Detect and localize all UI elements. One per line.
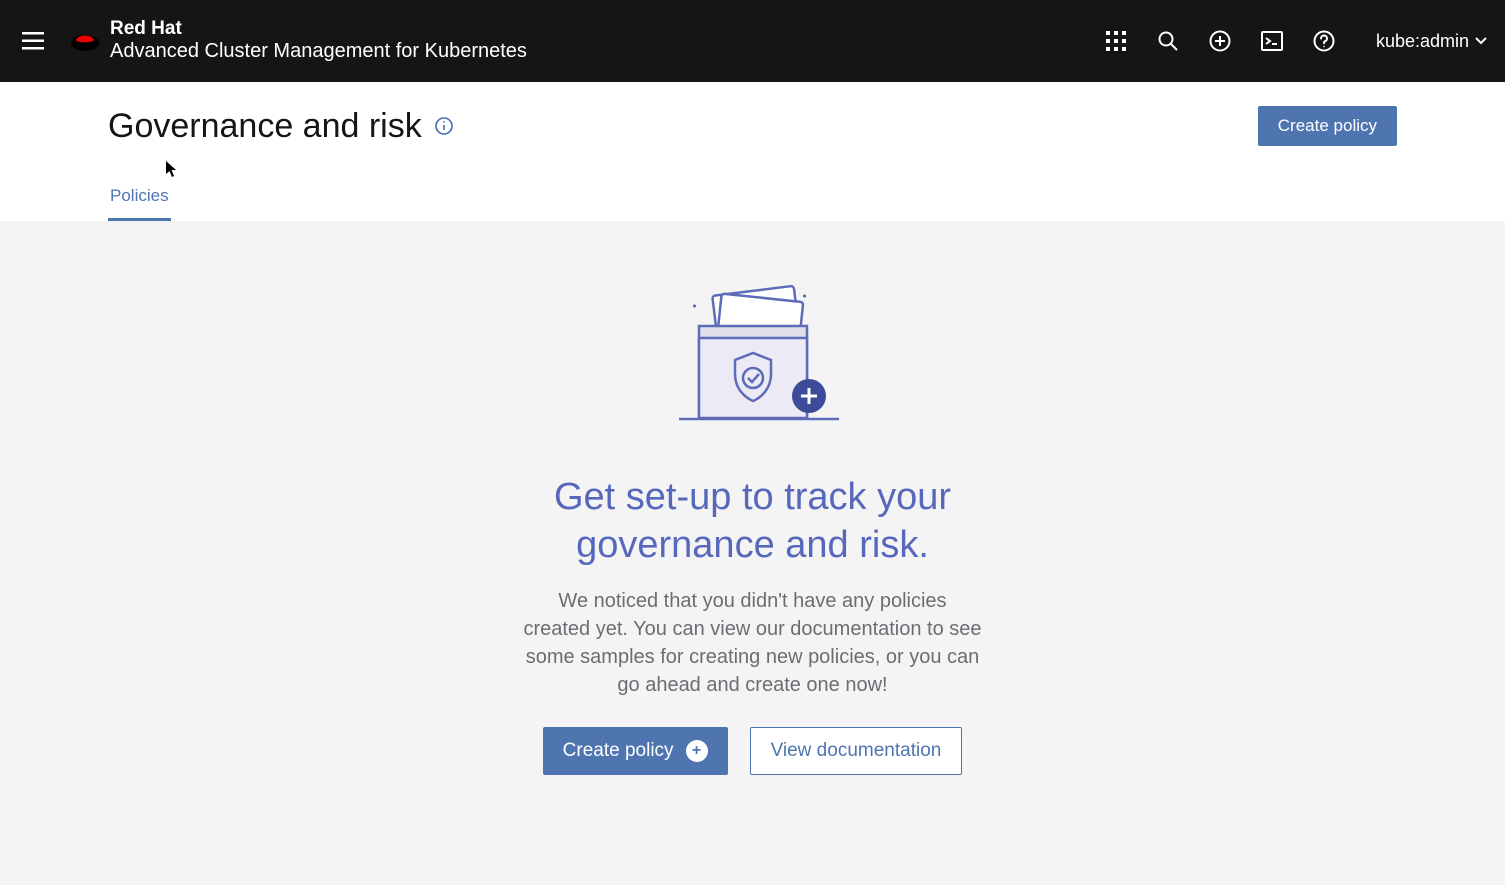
help-button[interactable] [1312, 29, 1336, 53]
terminal-icon [1261, 31, 1283, 51]
brand-name: Red Hat [110, 19, 527, 40]
empty-create-policy-label: Create policy [563, 740, 674, 762]
menu-toggle-button[interactable] [14, 22, 52, 60]
page-head: Governance and risk Create policy Polici… [0, 82, 1505, 221]
empty-create-policy-button[interactable]: Create policy + [543, 727, 728, 775]
brand-area: Red Hat Advanced Cluster Management for … [70, 19, 527, 64]
empty-state-body: We noticed that you didn't have any poli… [523, 587, 983, 699]
caret-down-icon [1475, 37, 1487, 45]
search-button[interactable] [1156, 29, 1180, 53]
plus-icon: + [686, 740, 708, 762]
help-icon [1313, 30, 1335, 52]
redhat-logo-icon [70, 30, 100, 52]
tab-policies[interactable]: Policies [108, 176, 171, 221]
add-button[interactable] [1208, 29, 1232, 53]
apps-launcher-button[interactable] [1104, 29, 1128, 53]
info-icon [435, 117, 453, 135]
terminal-button[interactable] [1260, 29, 1284, 53]
hamburger-icon [22, 32, 44, 50]
empty-state-illustration [653, 271, 853, 436]
user-menu[interactable]: kube:admin [1376, 31, 1487, 52]
apps-grid-icon [1106, 31, 1126, 51]
user-name: kube:admin [1376, 31, 1469, 52]
empty-state-heading: Get set-up to track your governance and … [473, 474, 1033, 569]
page-tabs: Policies [108, 176, 1397, 221]
page-info-button[interactable] [434, 116, 454, 136]
header-actions: kube:admin [1104, 29, 1487, 53]
plus-circle-icon [1209, 30, 1231, 52]
product-name: Advanced Cluster Management for Kubernet… [110, 39, 527, 63]
global-header: Red Hat Advanced Cluster Management for … [0, 0, 1505, 82]
search-icon [1158, 31, 1178, 51]
main-content: Get set-up to track your governance and … [0, 221, 1505, 775]
view-documentation-button[interactable]: View documentation [750, 727, 963, 775]
create-policy-button[interactable]: Create policy [1258, 106, 1397, 146]
page-title: Governance and risk [108, 107, 422, 146]
